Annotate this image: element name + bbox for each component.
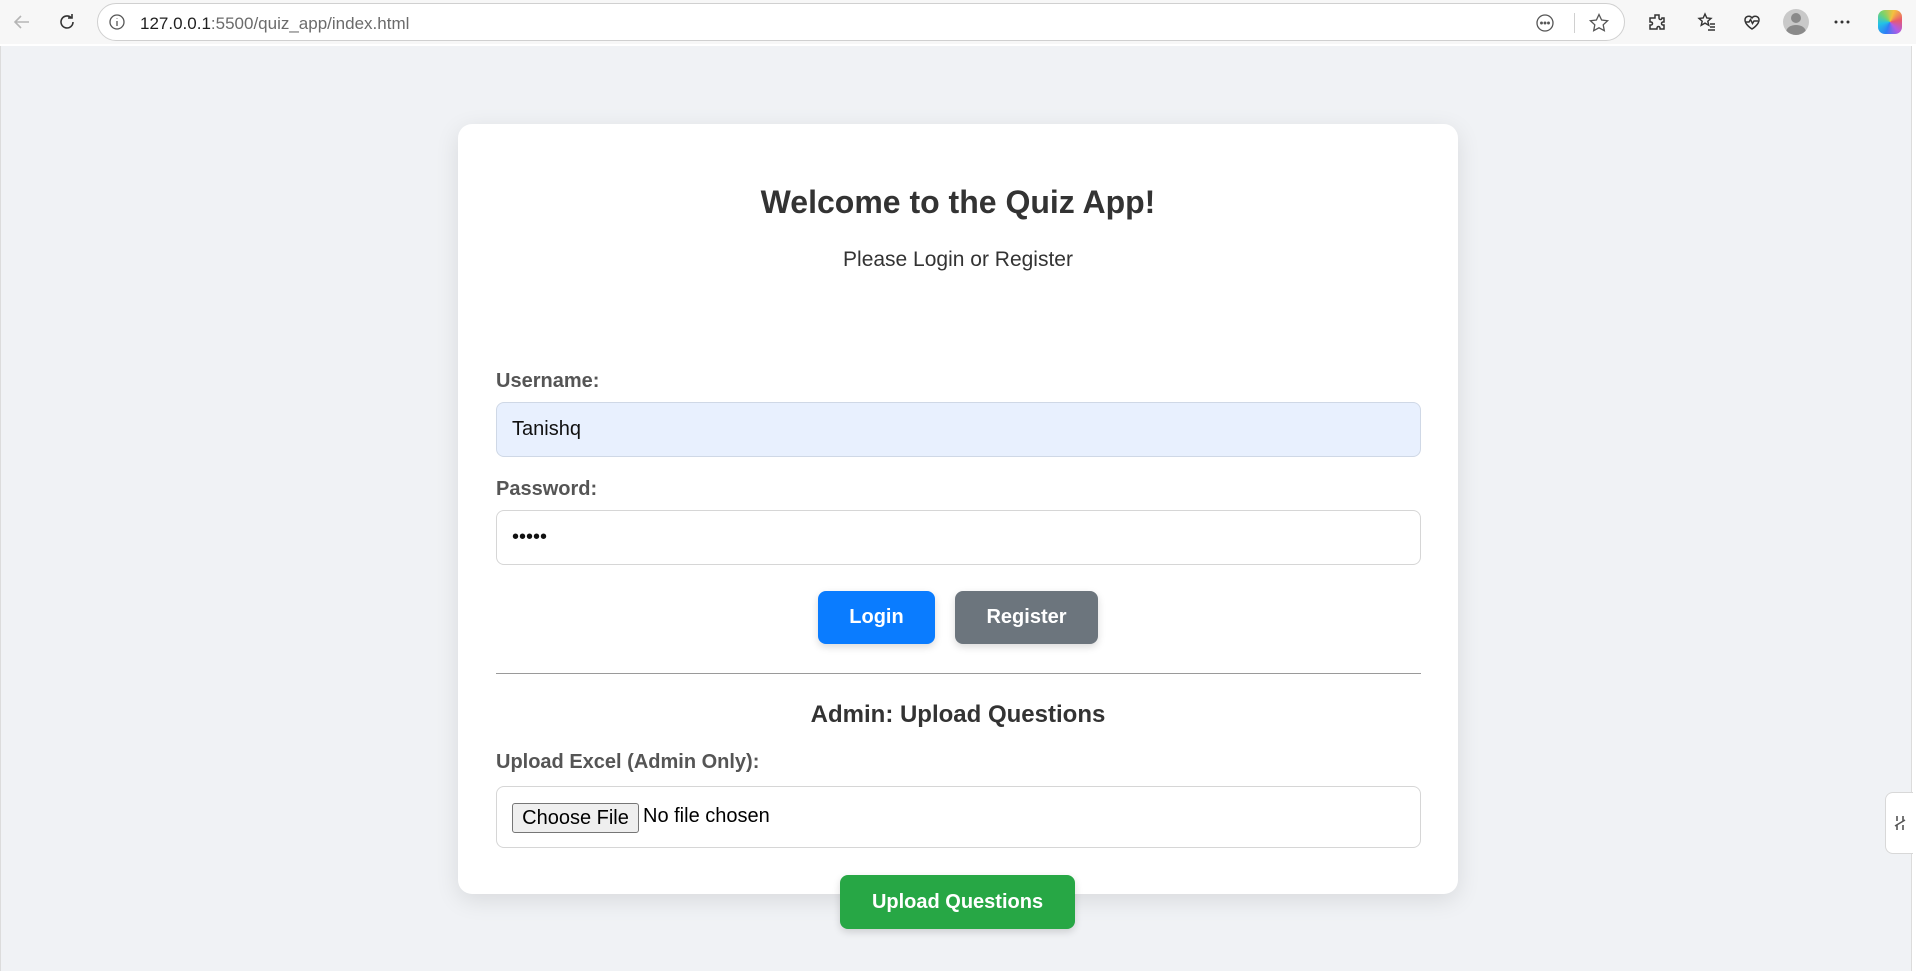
reload-icon[interactable] [51,6,83,38]
auth-card: Welcome to the Quiz App! Please Login or… [458,124,1458,929]
section-divider [496,673,1421,674]
admin-section-title: Admin: Upload Questions [810,701,1106,728]
sidebar-toggle[interactable] [1885,792,1913,854]
username-input[interactable]: Tanishq [496,402,1421,457]
back-icon[interactable] [6,6,38,38]
choose-file-button[interactable]: Choose File [512,803,639,833]
username-value: Tanishq [512,418,581,440]
upload-label: Upload Excel (Admin Only): [496,751,760,773]
browser-toolbar: 127.0.0.1:5500/quiz_app/index.html [0,0,1916,44]
login-button[interactable]: Login [818,591,935,644]
page-title: Welcome to the Quiz App! [760,184,1156,220]
username-label: Username: [496,370,600,392]
no-file-text: No file chosen [643,805,770,827]
star-icon[interactable] [1588,12,1610,34]
copilot-icon[interactable] [1874,6,1906,38]
more-icon[interactable] [1826,6,1858,38]
register-button[interactable]: Register [955,591,1098,644]
reader-icon[interactable] [1534,12,1556,34]
profile-avatar[interactable] [1780,6,1812,38]
address-bar[interactable]: 127.0.0.1:5500/quiz_app/index.html [97,3,1625,41]
page-subtitle: Please Login or Register [843,248,1073,271]
split-icon [1894,816,1905,830]
info-icon[interactable] [108,13,126,31]
upload-questions-button[interactable]: Upload Questions [840,875,1075,929]
file-input[interactable]: Choose File No file chosen [496,786,1421,848]
favorites-icon[interactable] [1691,6,1723,38]
address-separator [1574,13,1575,33]
page-viewport: Welcome to the Quiz App! Please Login or… [0,46,1913,971]
password-value: ••••• [512,526,548,548]
password-input[interactable]: ••••• [496,510,1421,565]
health-icon[interactable] [1736,6,1768,38]
url-text[interactable]: 127.0.0.1:5500/quiz_app/index.html [140,14,409,34]
password-label: Password: [496,478,598,500]
extensions-icon[interactable] [1641,6,1673,38]
